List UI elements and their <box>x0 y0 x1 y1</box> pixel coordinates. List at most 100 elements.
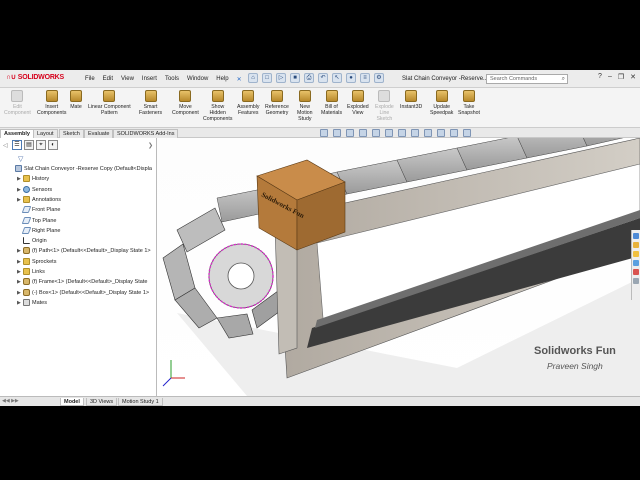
move-component-button[interactable]: Move Component <box>172 90 199 116</box>
open-icon[interactable]: ▷ <box>276 73 286 83</box>
menu-tools[interactable]: Tools <box>165 76 179 83</box>
filter-icon[interactable]: ▽ <box>18 155 23 163</box>
tree-item-label: Links <box>32 269 45 275</box>
panel-expand-icon[interactable]: ❯ <box>148 142 153 149</box>
tree-item-top-plane[interactable]: Top Plane <box>17 216 56 226</box>
feature-manager-tab-icon[interactable]: ☰ <box>12 140 22 150</box>
tab-layout[interactable]: Layout <box>33 129 58 138</box>
view-palette-icon[interactable] <box>633 260 639 266</box>
help-icon[interactable]: ? <box>598 73 602 81</box>
sensor-icon <box>23 185 30 193</box>
view-orientation-icon[interactable] <box>385 129 393 137</box>
exploded-view-button[interactable]: Exploded View <box>347 90 369 116</box>
linear-component-pattern-button[interactable]: Linear Component Pattern <box>88 90 131 116</box>
tab-model[interactable]: Model <box>60 398 84 406</box>
update-speedpak-button[interactable]: Update Speedpak <box>430 90 453 116</box>
tree-root-assembly[interactable]: Slat Chain Conveyor -Reserve Copy (Defau… <box>15 164 152 174</box>
appearances-icon[interactable] <box>633 269 639 275</box>
tree-item-annotations[interactable]: ▶ Annotations <box>17 195 61 205</box>
command-manager: Edit Component Insert Components Mate Linea… <box>0 88 640 128</box>
print-icon[interactable]: ⎙ <box>304 73 314 83</box>
minimize-button[interactable]: ‒ <box>608 73 612 81</box>
tab-assembly[interactable]: Assembly <box>0 129 34 138</box>
tree-item-f-path-1-default-default-display-state-1[interactable]: ▶ (f) Path<1> (Default<<Default>_Display … <box>17 246 151 256</box>
zoom-to-fit-icon[interactable] <box>320 129 328 137</box>
command-label: Bill of Materials <box>321 104 343 116</box>
tree-item-history[interactable]: ▶ History <box>17 174 49 184</box>
rebuild-icon[interactable]: ● <box>346 73 356 83</box>
file-explorer-icon[interactable] <box>633 251 639 257</box>
dynamic-annotation-icon[interactable] <box>372 129 380 137</box>
insert-components-button[interactable]: Insert Components <box>37 90 66 116</box>
new-document-icon[interactable]: □ <box>262 73 272 83</box>
graphics-area[interactable]: Solidworks Fun <box>157 111 640 396</box>
custom-properties-icon[interactable] <box>633 278 639 284</box>
menu-file[interactable]: File <box>85 76 95 83</box>
menu-insert[interactable]: Insert <box>142 76 157 83</box>
command-label: Move Component <box>172 104 199 116</box>
close-button[interactable]: ✕ <box>630 73 636 81</box>
part-icon <box>23 288 30 296</box>
take-snapshot-button[interactable]: Take Snapshot <box>458 90 480 116</box>
show-hidden-components-button[interactable]: Show Hidden Components <box>203 90 232 122</box>
section-view-icon[interactable] <box>359 129 367 137</box>
tab-motion-study-1[interactable]: Motion Study 1 <box>118 398 163 406</box>
configuration-manager-tab-icon[interactable]: ⌖ <box>36 140 46 150</box>
tree-item-right-plane[interactable]: Right Plane <box>17 226 60 236</box>
bill-of-materials-button[interactable]: Bill of Materials <box>321 90 342 116</box>
tab-addins[interactable]: SOLIDWORKS Add-Ins <box>113 129 179 138</box>
undo-icon[interactable]: ↶ <box>318 73 328 83</box>
assembly-features-button[interactable]: Assembly Features <box>237 90 260 116</box>
edit-appearance-icon[interactable] <box>424 129 432 137</box>
design-library-icon[interactable] <box>633 242 639 248</box>
tree-item-sprockets[interactable]: ▶ Sprockets <box>17 257 56 267</box>
dim-xpert-tab-icon[interactable]: ◐ <box>48 140 58 150</box>
mate-button[interactable]: Mate <box>70 90 82 110</box>
tree-item-sensors[interactable]: ▶ Sensors <box>17 185 52 195</box>
property-manager-tab-icon[interactable]: ▤ <box>24 140 34 150</box>
manager-tabs: ☰ ▤ ⌖ ◐ <box>12 140 58 150</box>
explode-line-sketch-button[interactable]: Explode Line Sketch <box>375 90 394 122</box>
instant3d-button[interactable]: Instant3D <box>400 90 422 110</box>
save-icon[interactable]: ■ <box>290 73 300 83</box>
previous-view-icon[interactable] <box>346 129 354 137</box>
file-properties-icon[interactable]: ≡ <box>360 73 370 83</box>
search-commands-input[interactable]: Search Commands ⌕ <box>486 74 568 84</box>
options-icon[interactable]: ⚙ <box>374 73 384 83</box>
tab-sketch[interactable]: Sketch <box>59 129 84 138</box>
menu-edit[interactable]: Edit <box>103 76 113 83</box>
reference-geometry-button[interactable]: Reference Geometry <box>265 90 289 116</box>
display-style-icon[interactable] <box>398 129 406 137</box>
home-icon[interactable]: ⌂ <box>248 73 258 83</box>
tree-item-box-1-default-default-display-state-1[interactable]: ▶ (-) Box<1> (Default<<Default>_Display S… <box>17 288 149 298</box>
command-label: Instant3D <box>400 104 423 110</box>
tab-evaluate[interactable]: Evaluate <box>84 129 114 138</box>
tree-item-origin[interactable]: Origin <box>17 236 47 246</box>
tree-item-mates[interactable]: ▶ Mates <box>17 298 47 308</box>
zoom-area-icon[interactable] <box>333 129 341 137</box>
tree-item-front-plane[interactable]: Front Plane <box>17 205 60 215</box>
menu-window[interactable]: Window <box>187 76 208 83</box>
pin-icon[interactable]: ✕ <box>237 76 242 83</box>
smart-fasteners-button[interactable]: Smart Fasteners <box>139 90 162 116</box>
select-icon[interactable]: ↖ <box>332 73 342 83</box>
apply-scene-icon[interactable] <box>437 129 445 137</box>
tree-item-f-frame-1-default-default-display-state[interactable]: ▶ (f) Frame<1> (Default<<Default>_Display… <box>17 277 147 287</box>
panel-arrow-icon[interactable]: ◁ <box>3 142 8 149</box>
restore-button[interactable]: ❐ <box>618 73 624 81</box>
monitor-icon[interactable] <box>463 129 471 137</box>
assembly-icon <box>15 165 22 173</box>
new-motion-study-button[interactable]: New Motion Study <box>297 90 313 122</box>
solidworks-logo[interactable]: ∩∪ SOLIDWORKS <box>6 73 64 81</box>
tab-scroll-arrows[interactable]: ◀◀ ▶▶ <box>2 398 19 404</box>
view-settings-icon[interactable] <box>450 129 458 137</box>
search-icon[interactable]: ⌕ <box>562 75 565 84</box>
menu-bar: File Edit View Insert Tools Window Help … <box>85 76 242 83</box>
hide-show-items-icon[interactable] <box>411 129 419 137</box>
menu-help[interactable]: Help <box>216 76 228 83</box>
resources-icon[interactable] <box>633 233 639 239</box>
menu-view[interactable]: View <box>121 76 134 83</box>
edit-component-button[interactable]: Edit Component <box>4 90 31 116</box>
tab-3d-views[interactable]: 3D Views <box>86 398 118 406</box>
tree-item-links[interactable]: ▶ Links <box>17 267 45 277</box>
